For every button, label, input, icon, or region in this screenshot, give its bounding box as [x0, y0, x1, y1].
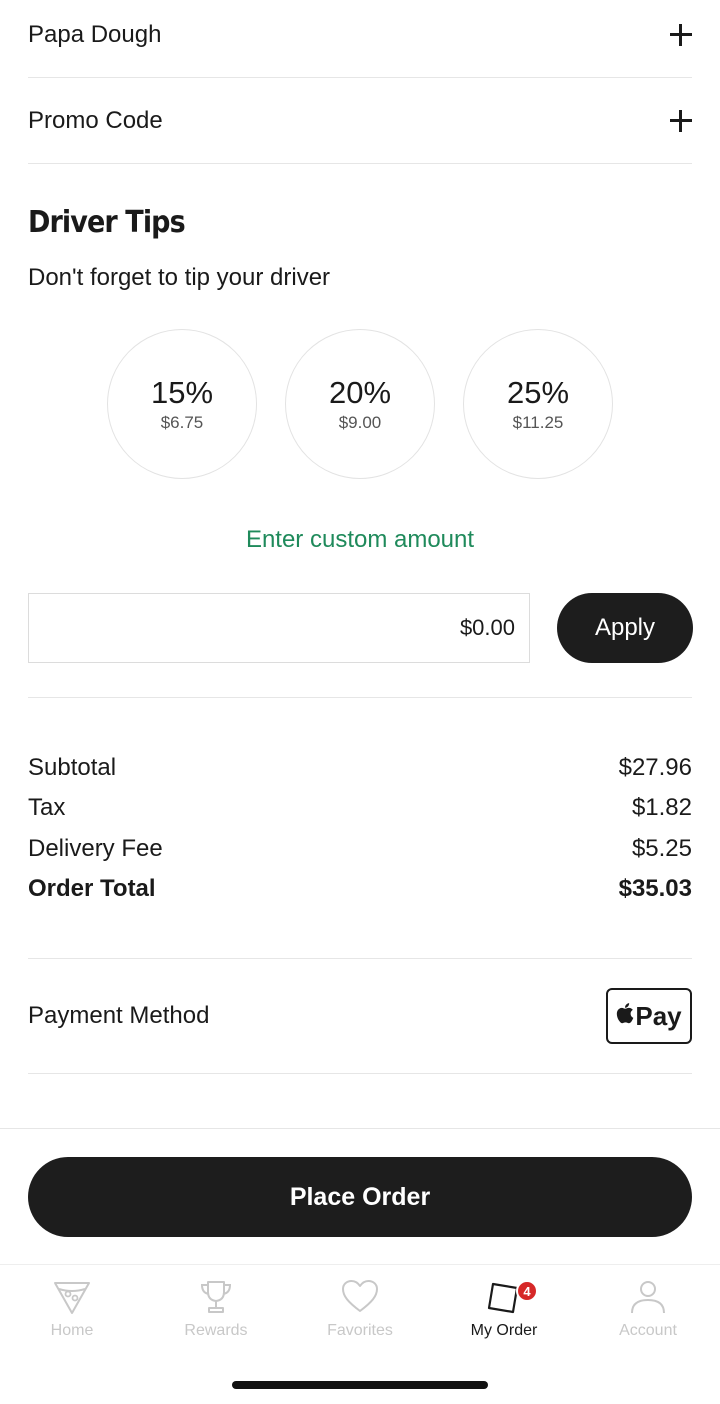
tax-label: Tax [28, 794, 66, 821]
account-icon [631, 1281, 665, 1314]
driver-tips-subtitle: Don't forget to tip your driver [28, 264, 331, 291]
tab-home[interactable]: Home [0, 1270, 144, 1350]
order-count-badge: 4 [516, 1280, 538, 1302]
apply-button[interactable]: Apply [557, 593, 693, 663]
driver-tips-title: Driver Tips [28, 205, 186, 240]
tax-value: $1.82 [631, 794, 692, 821]
payment-method-row[interactable]: Payment Method Pay [28, 987, 692, 1045]
delivery-fee-row: Delivery Fee $5.25 [28, 829, 692, 869]
custom-tip-input[interactable] [28, 593, 530, 663]
tip-option-25[interactable]: 25% $11.25 [463, 329, 613, 479]
home-indicator [232, 1381, 488, 1389]
apple-logo-icon [616, 1002, 634, 1030]
order-total-label: Order Total [28, 875, 156, 902]
tax-row: Tax $1.82 [28, 788, 692, 828]
papa-dough-row[interactable]: Papa Dough [28, 14, 692, 56]
tip-option-20[interactable]: 20% $9.00 [285, 329, 435, 479]
tab-account[interactable]: Account [576, 1270, 720, 1350]
tip-option-15[interactable]: 15% $6.75 [107, 329, 257, 479]
pizza-icon [54, 1282, 90, 1314]
tab-favorites-label: Favorites [327, 1322, 393, 1339]
papa-dough-label: Papa Dough [28, 21, 162, 48]
promo-code-label: Promo Code [28, 107, 163, 134]
place-order-button[interactable]: Place Order [28, 1157, 692, 1237]
tab-rewards[interactable]: Rewards [144, 1270, 288, 1350]
plus-icon[interactable] [670, 110, 692, 132]
subtotal-label: Subtotal [28, 754, 117, 781]
subtotal-value: $27.96 [618, 754, 692, 781]
divider [28, 958, 692, 959]
tip-amount: $9.00 [338, 413, 382, 432]
tip-percent: 15% [150, 375, 214, 410]
plus-icon[interactable] [670, 24, 692, 46]
tab-my-order[interactable]: 4 My Order [432, 1270, 576, 1350]
tab-home-label: Home [50, 1322, 94, 1339]
tip-amount: $6.75 [160, 413, 204, 432]
divider [28, 77, 692, 78]
order-total-row: Order Total $35.03 [28, 869, 692, 909]
divider [28, 163, 692, 164]
heart-icon [342, 1280, 378, 1312]
apple-pay-text: Pay [635, 1000, 682, 1031]
tabbar-divider [0, 1264, 720, 1265]
divider [28, 697, 692, 698]
tab-rewards-label: Rewards [184, 1322, 248, 1339]
tip-percent: 25% [506, 375, 570, 410]
tab-favorites[interactable]: Favorites [288, 1270, 432, 1350]
divider [28, 1073, 692, 1074]
delivery-fee-value: $5.25 [631, 835, 692, 862]
divider [0, 1128, 720, 1129]
payment-method-label: Payment Method [28, 1002, 210, 1029]
order-total-value: $35.03 [618, 875, 692, 902]
enter-custom-amount-link[interactable]: Enter custom amount [0, 526, 720, 554]
tab-account-label: Account [619, 1322, 677, 1339]
tab-my-order-label: My Order [470, 1322, 538, 1339]
promo-code-row[interactable]: Promo Code [28, 100, 692, 142]
apple-pay-badge[interactable]: Pay [606, 988, 692, 1044]
delivery-fee-label: Delivery Fee [28, 835, 163, 862]
trophy-icon [200, 1281, 232, 1313]
tip-percent: 20% [328, 375, 392, 410]
subtotal-row: Subtotal $27.96 [28, 748, 692, 788]
tip-amount: $11.25 [512, 413, 564, 432]
